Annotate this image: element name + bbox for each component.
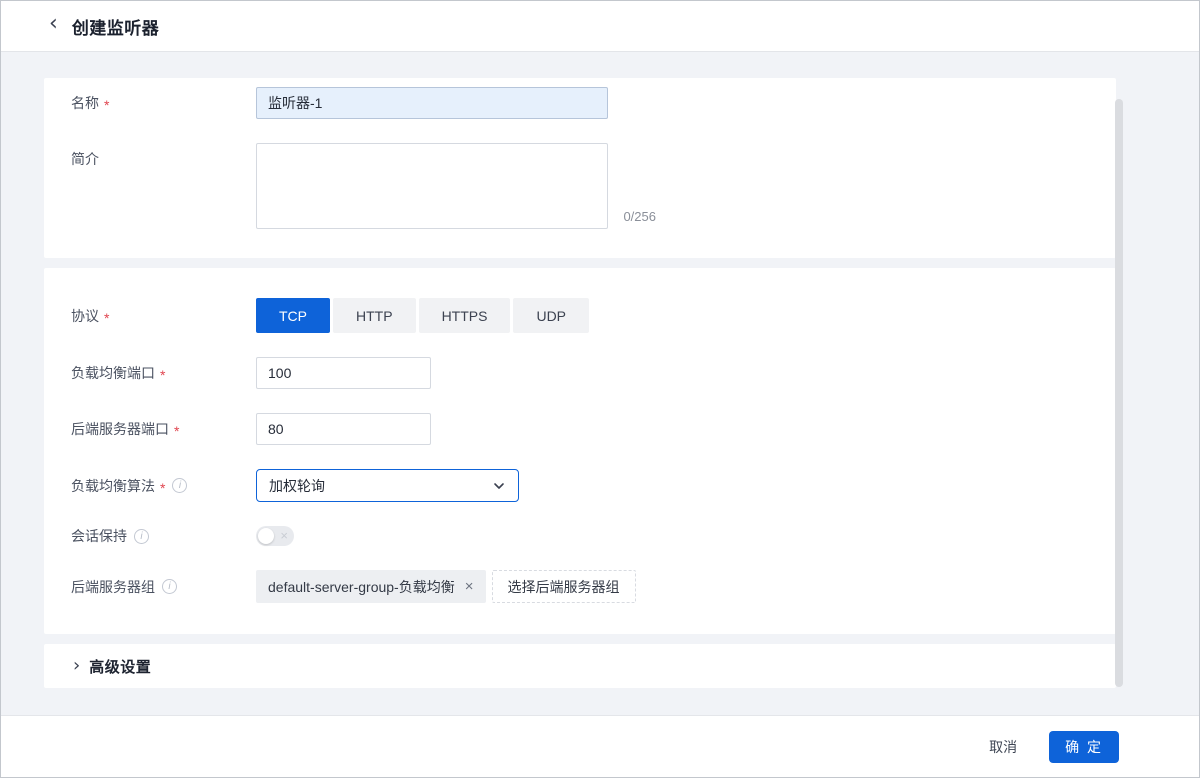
backend-port-label-text: 后端服务器端口 <box>71 419 169 439</box>
session-persistence-label: 会话保持 i <box>44 526 256 546</box>
create-listener-page: ‹ 创建监听器 名称 * 简介 0/256 <box>0 0 1200 778</box>
name-label-text: 名称 <box>71 93 99 113</box>
description-label-text: 简介 <box>71 149 99 169</box>
lb-algorithm-select[interactable]: 加权轮询 <box>256 469 519 502</box>
backend-port-label: 后端服务器端口 * <box>44 419 256 439</box>
lb-algorithm-label: 负载均衡算法 * i <box>44 476 256 496</box>
protocol-option-udp[interactable]: UDP <box>513 298 589 333</box>
required-mark: * <box>160 367 165 383</box>
remove-tag-icon[interactable]: × <box>465 579 474 594</box>
info-icon[interactable]: i <box>134 529 149 544</box>
required-mark: * <box>174 423 179 439</box>
lb-algorithm-value: 加权轮询 <box>269 476 325 496</box>
chevron-right-icon: › <box>73 655 80 676</box>
required-mark: * <box>160 480 165 496</box>
basic-info-card: 名称 * 简介 0/256 <box>44 78 1116 258</box>
required-mark: * <box>104 310 109 326</box>
protocol-button-group: TCP HTTP HTTPS UDP <box>256 298 589 333</box>
backend-server-group-label: 后端服务器组 i <box>44 577 256 597</box>
name-label: 名称 * <box>44 93 256 113</box>
lb-port-input[interactable] <box>256 357 431 389</box>
form-row-backend-server-group: 后端服务器组 i default-server-group-负载均衡 × 选择后… <box>44 570 1116 603</box>
page-footer: 取消 确 定 <box>1 715 1199 777</box>
page-title: 创建监听器 <box>72 14 160 39</box>
lb-port-label: 负载均衡端口 * <box>44 363 256 383</box>
form-row-backend-port: 后端服务器端口 * <box>44 413 1116 445</box>
listener-config-card: 协议 * TCP HTTP HTTPS UDP 负载均衡端口 * <box>44 268 1116 634</box>
info-icon[interactable]: i <box>172 478 187 493</box>
advanced-settings-card[interactable]: › 高级设置 <box>44 644 1116 688</box>
protocol-option-https[interactable]: HTTPS <box>419 298 511 333</box>
server-group-tag: default-server-group-负载均衡 × <box>256 570 486 603</box>
session-persistence-toggle[interactable]: × <box>256 526 294 546</box>
form-row-description: 简介 0/256 <box>44 143 1116 232</box>
char-counter: 0/256 <box>623 209 656 224</box>
protocol-label: 协议 * <box>44 306 256 326</box>
protocol-option-tcp[interactable]: TCP <box>256 298 330 333</box>
protocol-option-http[interactable]: HTTP <box>333 298 416 333</box>
lb-algorithm-label-text: 负载均衡算法 <box>71 476 155 496</box>
form-scroll-area: 名称 * 简介 0/256 协议 * <box>1 52 1199 715</box>
name-input[interactable] <box>256 87 608 119</box>
vertical-scrollbar[interactable] <box>1115 99 1123 687</box>
session-persistence-label-text: 会话保持 <box>71 526 127 546</box>
description-textarea[interactable] <box>256 143 608 229</box>
description-label: 简介 <box>44 143 256 169</box>
toggle-knob-icon <box>258 528 274 544</box>
form-row-name: 名称 * <box>44 87 1116 119</box>
toggle-off-icon: × <box>280 527 288 545</box>
required-mark: * <box>104 97 109 113</box>
chevron-down-icon <box>492 479 506 493</box>
page-header: ‹ 创建监听器 <box>1 1 1199 52</box>
info-icon[interactable]: i <box>162 579 177 594</box>
back-icon[interactable]: ‹ <box>49 13 58 35</box>
form-row-session-persistence: 会话保持 i × <box>44 526 1116 546</box>
form-row-lb-port: 负载均衡端口 * <box>44 357 1116 389</box>
protocol-label-text: 协议 <box>71 306 99 326</box>
server-group-tag-text: default-server-group-负载均衡 <box>268 577 455 597</box>
backend-port-input[interactable] <box>256 413 431 445</box>
description-field-wrap: 0/256 <box>256 143 608 232</box>
form-row-protocol: 协议 * TCP HTTP HTTPS UDP <box>44 298 1116 333</box>
cancel-button[interactable]: 取消 <box>989 737 1017 757</box>
lb-port-label-text: 负载均衡端口 <box>71 363 155 383</box>
backend-server-group-label-text: 后端服务器组 <box>71 577 155 597</box>
select-server-group-button[interactable]: 选择后端服务器组 <box>492 570 636 603</box>
form-row-lb-algorithm: 负载均衡算法 * i 加权轮询 <box>44 469 1116 502</box>
advanced-settings-label: 高级设置 <box>89 656 151 677</box>
confirm-button[interactable]: 确 定 <box>1049 731 1119 763</box>
